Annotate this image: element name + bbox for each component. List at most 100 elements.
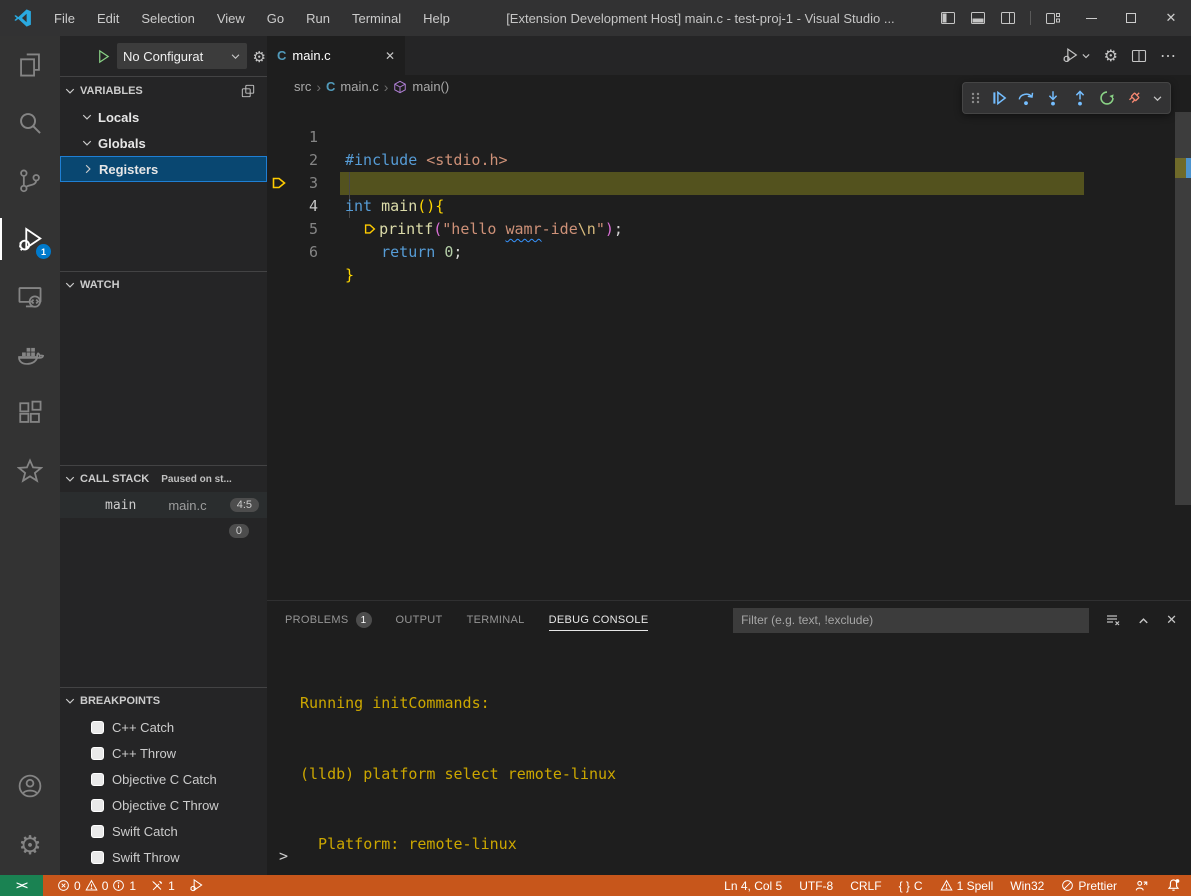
docker-icon[interactable] bbox=[0, 326, 60, 384]
menu-view[interactable]: View bbox=[206, 0, 256, 36]
feedback-icon[interactable] bbox=[1134, 879, 1149, 893]
menu-edit[interactable]: Edit bbox=[86, 0, 130, 36]
variables-scope-registers[interactable]: Registers bbox=[60, 156, 267, 182]
language-mode[interactable]: { } C bbox=[899, 879, 923, 893]
extensions-icon[interactable] bbox=[0, 384, 60, 442]
platform-indicator[interactable]: Win32 bbox=[1010, 879, 1044, 893]
toolbar-drag-handle[interactable] bbox=[970, 90, 981, 106]
panel-tab-bar: PROBLEMS 1 OUTPUT TERMINAL DEBUG CONSOLE… bbox=[267, 601, 1191, 639]
minimize-button[interactable] bbox=[1071, 0, 1111, 36]
checkbox[interactable] bbox=[91, 773, 104, 786]
code-line-6: 6 } bbox=[267, 218, 1175, 241]
debug-config-gear-icon[interactable]: ⚙ bbox=[253, 48, 266, 66]
tab-output[interactable]: OUTPUT bbox=[396, 610, 443, 630]
chevron-down-icon[interactable] bbox=[1152, 93, 1163, 104]
more-actions-icon[interactable]: ⋯ bbox=[1160, 46, 1177, 66]
toolchain-status[interactable]: 1 bbox=[150, 879, 175, 893]
tab-terminal[interactable]: TERMINAL bbox=[467, 610, 525, 630]
step-into-icon[interactable] bbox=[1044, 89, 1062, 107]
variables-scope-locals[interactable]: Locals bbox=[60, 104, 267, 130]
breakpoint-cpp-throw: C++ Throw bbox=[60, 740, 267, 766]
menu-terminal[interactable]: Terminal bbox=[341, 0, 412, 36]
warning-icon bbox=[85, 879, 98, 892]
checkbox[interactable] bbox=[91, 799, 104, 812]
tab-debug-console[interactable]: DEBUG CONSOLE bbox=[549, 610, 649, 631]
close-panel-icon[interactable]: ✕ bbox=[1166, 612, 1177, 628]
copy-value-icon[interactable] bbox=[241, 84, 255, 98]
spell-checker-status[interactable]: 1 Spell bbox=[940, 879, 994, 893]
breakpoints-section-header[interactable]: BREAKPOINTS bbox=[60, 688, 267, 714]
checkbox[interactable] bbox=[91, 825, 104, 838]
remote-indicator[interactable]: >< bbox=[0, 875, 43, 896]
cursor-position[interactable]: Ln 4, Col 5 bbox=[724, 879, 782, 893]
chevron-down-icon bbox=[81, 111, 93, 123]
launch-settings-gear-icon[interactable]: ⚙ bbox=[1104, 48, 1118, 64]
breadcrumb-file[interactable]: main.c bbox=[340, 79, 378, 94]
star-extension-icon[interactable] bbox=[0, 442, 60, 500]
breadcrumb-symbol[interactable]: main() bbox=[412, 79, 449, 94]
menu-go[interactable]: Go bbox=[256, 0, 295, 36]
clear-console-icon[interactable] bbox=[1105, 612, 1121, 628]
notifications-bell-icon[interactable] bbox=[1166, 878, 1181, 893]
variables-section-header[interactable]: VARIABLES bbox=[60, 78, 267, 104]
maximize-button[interactable] bbox=[1111, 0, 1151, 36]
problems-status[interactable]: 0 0 1 bbox=[57, 879, 136, 893]
variables-scope-globals[interactable]: Globals bbox=[60, 130, 267, 156]
breakpoint-objc-throw: Objective C Throw bbox=[60, 792, 267, 818]
checkbox[interactable] bbox=[91, 721, 104, 734]
customize-layout-icon[interactable] bbox=[1045, 10, 1061, 26]
run-or-debug-button[interactable] bbox=[1062, 47, 1091, 64]
menu-selection[interactable]: Selection bbox=[130, 0, 205, 36]
menu-run[interactable]: Run bbox=[295, 0, 341, 36]
debug-current-frame-gutter-icon[interactable] bbox=[271, 175, 287, 191]
breadcrumb-folder[interactable]: src bbox=[294, 79, 311, 94]
settings-gear-icon[interactable]: ⚙ bbox=[0, 817, 60, 875]
formatter-status[interactable]: Prettier bbox=[1061, 879, 1117, 893]
launch-config-dropdown[interactable]: No Configurat bbox=[117, 43, 247, 69]
restart-icon[interactable] bbox=[1098, 89, 1116, 107]
console-input-prompt[interactable]: > bbox=[279, 847, 288, 865]
toggle-panel-icon[interactable] bbox=[970, 10, 986, 26]
call-stack-thread-row[interactable]: 0 bbox=[60, 518, 267, 544]
toggle-secondary-sidebar-icon[interactable] bbox=[1000, 10, 1016, 26]
maximize-panel-icon[interactable] bbox=[1136, 613, 1151, 628]
encoding-indicator[interactable]: UTF-8 bbox=[799, 879, 833, 893]
checkbox[interactable] bbox=[91, 851, 104, 864]
console-line: Running initCommands: bbox=[300, 692, 1191, 716]
chevron-down-icon bbox=[64, 473, 76, 485]
vscode-window: File Edit Selection View Go Run Terminal… bbox=[0, 0, 1191, 896]
start-debug-icon[interactable] bbox=[96, 49, 111, 64]
chevron-down-icon bbox=[230, 51, 241, 62]
call-stack-section-header[interactable]: CALL STACK Paused on st... bbox=[60, 466, 267, 492]
code-editor[interactable]: 1 #include <stdio.h> 2 3 int main(){ 4 p… bbox=[267, 98, 1191, 600]
call-stack-frame-main[interactable]: main main.c 4:5 bbox=[60, 492, 267, 518]
search-icon[interactable] bbox=[0, 94, 60, 152]
menu-help[interactable]: Help bbox=[412, 0, 461, 36]
split-editor-icon[interactable] bbox=[1131, 48, 1147, 64]
eol-indicator[interactable]: CRLF bbox=[850, 879, 881, 893]
tab-problems[interactable]: PROBLEMS 1 bbox=[285, 608, 372, 632]
breakpoint-swift-catch: Swift Catch bbox=[60, 818, 267, 844]
tab-main-c[interactable]: C main.c ✕ bbox=[267, 36, 405, 75]
console-filter-input[interactable] bbox=[733, 608, 1089, 633]
step-over-icon[interactable] bbox=[1017, 89, 1035, 107]
menu-file[interactable]: File bbox=[43, 0, 86, 36]
pause-reason-label: Paused on st... bbox=[161, 474, 232, 485]
divider bbox=[60, 76, 267, 77]
watch-section-header[interactable]: WATCH bbox=[60, 272, 267, 298]
run-and-debug-icon[interactable]: 1 bbox=[0, 210, 60, 268]
toggle-sidebar-icon[interactable] bbox=[940, 10, 956, 26]
checkbox[interactable] bbox=[91, 747, 104, 760]
close-button[interactable]: ✕ bbox=[1151, 0, 1191, 36]
explorer-icon[interactable] bbox=[0, 36, 60, 94]
disconnect-icon[interactable] bbox=[1125, 89, 1143, 107]
debug-status-icon[interactable] bbox=[189, 878, 204, 893]
tab-close-icon[interactable]: ✕ bbox=[385, 49, 395, 63]
chevron-down-icon bbox=[64, 85, 76, 97]
step-out-icon[interactable] bbox=[1071, 89, 1089, 107]
continue-icon[interactable] bbox=[990, 89, 1008, 107]
account-icon[interactable] bbox=[0, 757, 60, 815]
remote-explorer-icon[interactable] bbox=[0, 268, 60, 326]
code-line-2: 2 bbox=[267, 126, 1175, 149]
source-control-icon[interactable] bbox=[0, 152, 60, 210]
